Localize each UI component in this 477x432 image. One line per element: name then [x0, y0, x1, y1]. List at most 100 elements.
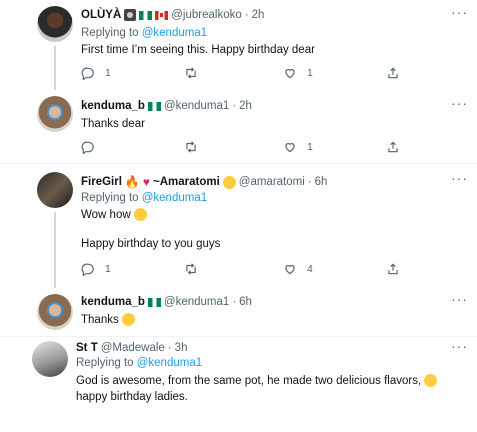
heart-emoji-icon: ♥: [142, 175, 150, 189]
reply-button[interactable]: 1: [81, 66, 111, 80]
separator-dot: ·: [232, 296, 237, 308]
retweet-icon: [186, 141, 196, 153]
timestamp[interactable]: 2h: [252, 9, 265, 21]
avatar[interactable]: [32, 341, 68, 377]
retweet-button[interactable]: [184, 140, 208, 154]
nigeria-flag-icon: [147, 297, 161, 307]
tweet-text-line-2: Happy birthday to you guys: [81, 238, 221, 250]
nigeria-flag-icon: [139, 10, 153, 20]
reply-icon: [81, 67, 94, 80]
reply-count: 1: [105, 67, 111, 79]
timestamp[interactable]: 6h: [315, 176, 328, 188]
tweet-text: Thanks dear: [81, 118, 145, 130]
handle[interactable]: @amaratomi: [239, 176, 305, 188]
more-options-button[interactable]: ···: [451, 338, 468, 354]
tweet-text-line-2: happy birthday ladies.: [76, 391, 188, 403]
retweet-icon: [186, 67, 196, 79]
handle[interactable]: @kenduma1: [164, 100, 229, 112]
display-name[interactable]: St T: [76, 342, 98, 354]
handle[interactable]: @Madewale: [101, 342, 165, 354]
more-options-button[interactable]: ···: [451, 4, 468, 20]
tweet-4[interactable]: kenduma_b @kenduma1 · 6h ··· Thanks: [0, 288, 477, 336]
timestamp[interactable]: 3h: [175, 342, 188, 354]
tweet-header: OLÙYÀ @jubrealkoko · 2h: [81, 9, 264, 21]
handle[interactable]: @jubrealkoko: [171, 9, 242, 21]
tweet-text-line-1: Wow how: [81, 207, 147, 223]
replying-prefix: Replying to: [81, 192, 142, 204]
thread-line: [54, 212, 56, 288]
thread-line: [54, 46, 56, 90]
tweet-header: kenduma_b @kenduma1 · 6h: [81, 296, 252, 308]
avatar[interactable]: [37, 294, 73, 330]
tweet-5[interactable]: St T @Madewale · 3h ··· Replying to @ken…: [0, 337, 477, 432]
replying-mention-link[interactable]: @kenduma1: [142, 27, 207, 39]
share-button[interactable]: [386, 140, 400, 154]
more-options-button[interactable]: ···: [451, 291, 468, 307]
replying-mention-link[interactable]: @kenduma1: [142, 192, 207, 204]
tweet-2[interactable]: kenduma_b @kenduma1 · 2h ··· Thanks dear…: [0, 90, 477, 162]
reply-count: 1: [105, 263, 111, 275]
like-button[interactable]: 4: [283, 262, 313, 276]
like-count: 1: [307, 67, 313, 79]
like-button[interactable]: 1: [283, 66, 313, 80]
separator-dot: ·: [244, 9, 249, 21]
display-name[interactable]: kenduma_b: [81, 100, 145, 112]
avatar[interactable]: [37, 96, 73, 132]
tweet-text: First time I’m seeing this. Happy birthd…: [81, 44, 315, 56]
tweet-header: kenduma_b @kenduma1 · 2h: [81, 100, 252, 112]
replying-prefix: Replying to: [81, 27, 142, 39]
fire-emoji-icon: 🔥: [124, 175, 140, 189]
separator-dot: ·: [232, 100, 237, 112]
like-count: 1: [307, 141, 313, 153]
share-icon: [388, 141, 398, 153]
more-options-button[interactable]: ···: [451, 170, 468, 186]
more-options-button[interactable]: ···: [451, 95, 468, 111]
share-button[interactable]: [386, 262, 400, 276]
nigeria-flag-icon: [147, 101, 161, 111]
reply-icon: [81, 263, 94, 276]
like-button[interactable]: 1: [283, 140, 313, 154]
timestamp[interactable]: 2h: [239, 100, 252, 112]
separator-dot: ·: [307, 176, 312, 188]
share-button[interactable]: [386, 66, 400, 80]
weary-face-emoji-icon: [133, 208, 147, 222]
display-name[interactable]: kenduma_b: [81, 296, 145, 308]
display-name-suffix[interactable]: ~Amaratomi: [153, 176, 220, 188]
like-icon: [285, 69, 295, 79]
canada-flag-icon: [155, 10, 169, 20]
handle[interactable]: @kenduma1: [164, 296, 229, 308]
tweet-3[interactable]: FireGirl 🔥 ♥ ~Amaratomi @amaratomi · 6h …: [0, 164, 477, 288]
replying-to: Replying to @kenduma1: [76, 357, 202, 369]
replying-to: Replying to @kenduma1: [81, 27, 207, 39]
tweet-text-line: Thanks: [81, 312, 135, 328]
avatar[interactable]: [37, 172, 73, 208]
reply-button[interactable]: [81, 140, 105, 154]
smiling-face-emoji-icon: [121, 313, 135, 327]
share-icon: [388, 263, 398, 275]
retweet-button[interactable]: [184, 66, 208, 80]
thinking-face-emoji-icon: [424, 374, 438, 388]
reply-button[interactable]: 1: [81, 262, 111, 276]
tweet-text: God is awesome, from the same pot, he ma…: [76, 375, 422, 387]
avatar[interactable]: [37, 6, 73, 42]
tweet-1[interactable]: OLÙYÀ @jubrealkoko · 2h ··· Replying to …: [0, 0, 477, 90]
retweet-button[interactable]: [184, 262, 208, 276]
camera-emoji-icon: [124, 9, 137, 21]
retweet-icon: [186, 263, 196, 275]
display-name[interactable]: FireGirl: [81, 176, 122, 188]
replying-mention-link[interactable]: @kenduma1: [137, 357, 202, 369]
like-icon: [285, 265, 295, 275]
tweet-text-line-1: God is awesome, from the same pot, he ma…: [76, 373, 438, 389]
tweet-text: Thanks: [81, 314, 119, 326]
timestamp[interactable]: 6h: [239, 296, 252, 308]
like-icon: [285, 143, 295, 153]
tweet-header: St T @Madewale · 3h: [76, 342, 187, 354]
separator-dot: ·: [167, 342, 172, 354]
tweet-text: Wow how: [81, 209, 131, 221]
like-count: 4: [307, 263, 313, 275]
tweet-header: FireGirl 🔥 ♥ ~Amaratomi @amaratomi · 6h: [81, 175, 327, 189]
replying-prefix: Replying to: [76, 357, 137, 369]
display-name[interactable]: OLÙYÀ: [81, 9, 121, 21]
hugging-face-emoji-icon: [222, 175, 236, 189]
reply-icon: [81, 141, 94, 154]
